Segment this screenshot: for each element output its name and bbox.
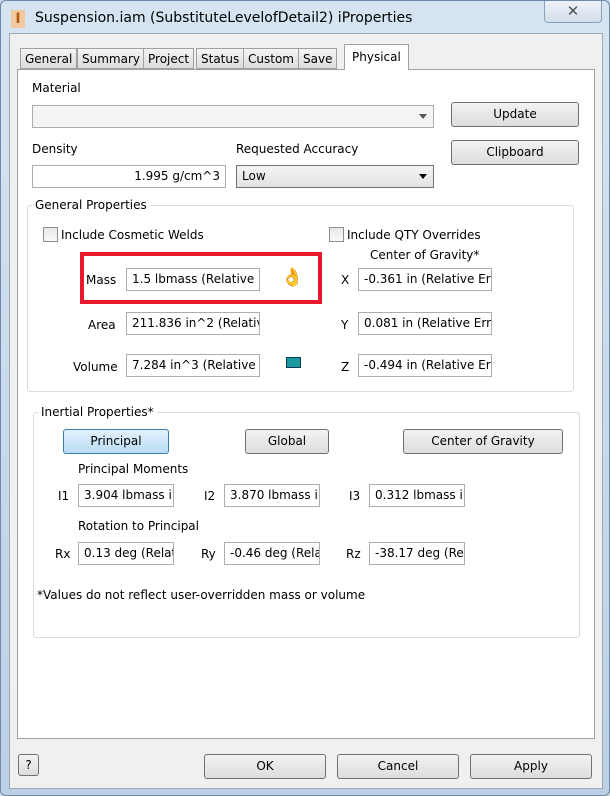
i2-field[interactable]: 3.870 lbmass ir — [224, 484, 320, 507]
inertial-note: *Values do not reflect user-overridden m… — [37, 588, 366, 602]
tab-physical[interactable]: Physical — [344, 44, 409, 70]
tab-summary[interactable]: Summary — [77, 48, 145, 69]
mass-field[interactable]: 1.5 lbmass (Relative E — [126, 268, 260, 291]
qty-overrides-label: Include QTY Overrides — [347, 228, 481, 242]
cancel-button[interactable]: Cancel — [337, 754, 459, 779]
cosmetic-welds-checkbox[interactable] — [43, 227, 58, 242]
help-button[interactable]: ? — [18, 754, 39, 776]
window-title: Suspension.iam (SubstituteLevelofDetail2… — [35, 10, 413, 26]
rx-label: Rx — [55, 547, 71, 561]
i3-field[interactable]: 0.312 lbmass ir — [369, 484, 465, 507]
area-field[interactable]: 211.836 in^2 (Relative — [126, 312, 260, 335]
accuracy-value: Low — [242, 169, 266, 183]
clipboard-button[interactable]: Clipboard — [451, 140, 579, 165]
tab-status[interactable]: Status — [196, 48, 245, 69]
principal-button[interactable]: Principal — [63, 429, 169, 454]
tab-custom[interactable]: Custom — [243, 48, 299, 69]
global-button[interactable]: Global — [245, 429, 329, 454]
general-properties-title: General Properties — [32, 198, 150, 212]
mass-label: Mass — [86, 273, 117, 287]
center-of-gravity-button[interactable]: Center of Gravity — [403, 429, 563, 454]
i1-label: I1 — [58, 489, 70, 503]
iproperties-dialog: I Suspension.iam (SubstituteLevelofDetai… — [0, 0, 610, 796]
area-label: Area — [88, 318, 116, 332]
inertial-properties-title: Inertial Properties* — [38, 405, 157, 419]
volume-field[interactable]: 7.284 in^3 (Relative E — [126, 354, 260, 377]
rx-field[interactable]: 0.13 deg (Relat — [78, 542, 174, 565]
cog-z-field[interactable]: -0.494 in (Relative Err — [358, 354, 492, 377]
principal-moments-label: Principal Moments — [78, 462, 189, 476]
density-field[interactable]: 1.995 g/cm^3 — [32, 165, 226, 188]
volume-label: Volume — [73, 360, 118, 374]
update-button[interactable]: Update — [451, 102, 579, 127]
cog-x-label: X — [341, 273, 350, 287]
i3-label: I3 — [349, 489, 361, 503]
cog-y-label: Y — [341, 318, 349, 332]
ry-label: Ry — [201, 547, 216, 561]
i1-field[interactable]: 3.904 lbmass ir — [78, 484, 174, 507]
center-of-gravity-title: Center of Gravity* — [370, 248, 480, 262]
close-button[interactable]: ✕ — [544, 1, 602, 23]
rz-label: Rz — [346, 547, 361, 561]
tab-save[interactable]: Save — [298, 48, 338, 69]
i2-label: I2 — [204, 489, 216, 503]
tab-project[interactable]: Project — [143, 48, 195, 69]
ok-button[interactable]: OK — [204, 754, 326, 779]
tab-general[interactable]: General — [20, 48, 78, 69]
density-label: Density — [32, 142, 78, 156]
cog-z-label: Z — [341, 360, 350, 374]
calculator-icon[interactable] — [286, 357, 301, 368]
cog-x-field[interactable]: -0.361 in (Relative Err — [358, 268, 492, 291]
cosmetic-welds-label: Include Cosmetic Welds — [61, 228, 204, 242]
apply-button[interactable]: Apply — [470, 754, 592, 779]
material-label: Material — [32, 81, 81, 95]
chevron-down-icon — [419, 174, 427, 179]
hand-pointer-icon: 👌 — [281, 267, 304, 288]
rotation-to-principal-label: Rotation to Principal — [78, 519, 199, 533]
accuracy-select[interactable]: Low — [236, 165, 434, 188]
qty-overrides-checkbox[interactable] — [329, 227, 344, 242]
chevron-down-icon — [419, 114, 427, 119]
material-select[interactable] — [32, 105, 434, 128]
rz-field[interactable]: -38.17 deg (Re — [369, 542, 465, 565]
accuracy-label: Requested Accuracy — [236, 142, 359, 156]
ry-field[interactable]: -0.46 deg (Rela — [224, 542, 320, 565]
inventor-app-icon: I — [11, 10, 25, 28]
cog-y-field[interactable]: 0.081 in (Relative Erro — [358, 312, 492, 335]
